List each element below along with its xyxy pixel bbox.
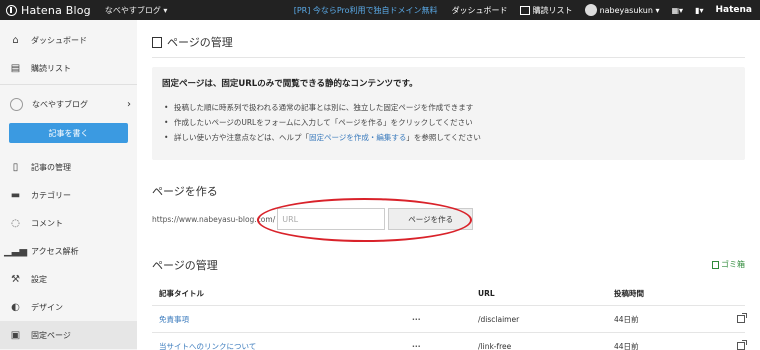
sidebar-item-label: 固定ページ	[31, 330, 71, 340]
brand-name: Hatena Blog	[21, 3, 91, 17]
info-bullet: 作成したいページのURLをフォームに入力して「ページを作る」をクリックしてくださ…	[164, 115, 481, 130]
sidebar-item-dashboard[interactable]: ⌂ ダッシュボード	[0, 26, 137, 54]
column-header-url: URL	[478, 289, 495, 298]
sidebar-item-label: カテゴリー	[31, 190, 71, 200]
info-list: 投稿した順に時系列で扱われる通常の記事とは別に、独立した固定ページを作成できます…	[164, 100, 481, 145]
blog-name: なべやすブログ	[32, 99, 88, 109]
main-content: ページの管理 固定ページは、固定URLのみで閲覧できる静的なコンテンツです。 投…	[137, 20, 760, 350]
sidebar-item-label: 購読リスト	[31, 63, 71, 73]
create-page-form: https://www.nabeyasu-blog.com/ ページを作る	[152, 208, 474, 230]
info-heading: 固定ページは、固定URLのみで閲覧できる静的なコンテンツです。	[162, 79, 418, 89]
sidebar-item-label: アクセス解析	[31, 246, 79, 256]
external-link-icon	[737, 313, 747, 323]
table-row: 免責事項 ··· /disclaimer 44日前	[152, 306, 747, 333]
table-row: 当サイトへのリンクについて ··· /link-free 44日前	[152, 333, 747, 350]
page-url: /link-free	[478, 341, 512, 350]
manage-pages-heading: ページの管理	[152, 259, 218, 272]
external-link-icon	[737, 340, 747, 350]
sidebar-item-settings[interactable]: ⚒ 設定	[0, 265, 137, 293]
blog-avatar	[10, 97, 23, 111]
sidebar-item-articles[interactable]: ▯ 記事の管理	[0, 153, 137, 181]
user-avatar	[584, 4, 597, 16]
dashboard-link[interactable]: ダッシュボード	[452, 5, 508, 16]
sidebar-item-label: 設定	[31, 274, 47, 284]
url-input[interactable]	[277, 208, 386, 230]
document-icon: ▯	[12, 161, 19, 173]
trash-link[interactable]: ゴミ箱	[712, 259, 745, 270]
sidebar-item-label: コメント	[31, 218, 63, 228]
hatena-logo-icon	[6, 4, 17, 16]
url-prefix: https://www.nabeyasu-blog.com/	[152, 214, 276, 224]
chevron-right-icon: ›	[127, 98, 131, 110]
page-time: 44日前	[614, 341, 639, 350]
help-text-pre: 詳しい使い方や注意点などは、ヘルプ「	[174, 133, 309, 142]
reading-list-link[interactable]: 購読リスト	[519, 5, 573, 16]
home-icon: ⌂	[12, 34, 19, 46]
create-page-heading: ページを作る	[152, 185, 218, 198]
page-icon	[152, 36, 162, 48]
page-title: ページの管理	[152, 34, 233, 50]
reading-list-icon	[519, 5, 530, 15]
notification-icon[interactable]: ▮▾	[695, 6, 703, 15]
page-icon: ▣	[10, 329, 21, 341]
reading-list-icon: ▤	[10, 62, 21, 74]
folder-icon: ▬	[10, 189, 21, 201]
sidebar-item-categories[interactable]: ▬ カテゴリー	[0, 181, 137, 209]
page-title-text: ページの管理	[167, 36, 233, 49]
sidebar-item-label: 記事の管理	[31, 162, 71, 172]
sidebar-item-label: デザイン	[31, 302, 63, 312]
hatena-menu[interactable]: Hatena	[716, 5, 753, 15]
blog-switcher[interactable]: なべやすブログ ▾	[105, 5, 168, 16]
create-page-button[interactable]: ページを作る	[388, 208, 474, 230]
bar-chart-icon: ▁▃▅	[3, 245, 28, 257]
blog-selector[interactable]: なべやすブログ ›	[0, 87, 137, 121]
page-title-link[interactable]: 免責事項	[152, 314, 412, 325]
divider	[152, 57, 745, 58]
palette-icon: ◐	[11, 301, 20, 313]
external-link-button[interactable]	[709, 340, 747, 350]
reading-list-label: 購読リスト	[532, 5, 573, 15]
help-link[interactable]: 固定ページを作成・編集する	[309, 133, 406, 142]
sidebar-item-analytics[interactable]: ▁▃▅ アクセス解析	[0, 237, 137, 265]
help-text-post: 」を参照してください	[406, 133, 481, 142]
pages-table: 記事タイトル URL 投稿時間 免責事項 ··· /disclaimer 44日…	[152, 282, 747, 350]
page-title-link[interactable]: 当サイトへのリンクについて	[152, 341, 412, 350]
wrench-icon: ⚒	[11, 273, 20, 285]
write-article-button[interactable]: 記事を書く	[9, 123, 128, 143]
trash-icon	[712, 260, 719, 269]
sidebar: ⌂ ダッシュボード ▤ 購読リスト なべやすブログ › 記事を書く ▯ 記事の管…	[0, 20, 137, 350]
divider	[0, 84, 137, 85]
table-header: 記事タイトル URL 投稿時間	[152, 282, 745, 306]
sidebar-item-comments[interactable]: ◌ コメント	[0, 209, 137, 237]
row-menu-button[interactable]: ···	[412, 315, 478, 324]
sidebar-item-fixed-pages[interactable]: ▣ 固定ページ	[0, 321, 137, 349]
grid-menu-icon[interactable]: ▦▾	[672, 6, 684, 15]
sidebar-item-label: ダッシュボード	[31, 35, 87, 45]
sidebar-item-design[interactable]: ◐ デザイン	[0, 293, 137, 321]
info-bullet-help: 詳しい使い方や注意点などは、ヘルプ「固定ページを作成・編集する」を参照してくださ…	[164, 130, 481, 145]
comment-icon: ◌	[11, 217, 20, 229]
info-box: 固定ページは、固定URLのみで閲覧できる静的なコンテンツです。 投稿した順に時系…	[152, 67, 745, 160]
pr-link[interactable]: [PR] 今ならPro利用で独自ドメイン無料	[294, 5, 438, 16]
page-time: 44日前	[614, 314, 639, 324]
page-url: /disclaimer	[478, 314, 520, 324]
external-link-button[interactable]	[709, 313, 747, 323]
user-name: nabeyasukun ▾	[599, 5, 660, 15]
row-menu-button[interactable]: ···	[412, 342, 478, 350]
hatena-blog-logo[interactable]: Hatena Blog	[0, 0, 91, 20]
user-menu[interactable]: nabeyasukun ▾	[584, 4, 660, 16]
column-header-time: 投稿時間	[614, 289, 644, 298]
trash-label: ゴミ箱	[721, 260, 745, 269]
sidebar-item-reading-list[interactable]: ▤ 購読リスト	[0, 54, 137, 82]
info-bullet: 投稿した順に時系列で扱われる通常の記事とは別に、独立した固定ページを作成できます	[164, 100, 481, 115]
column-header-title: 記事タイトル	[159, 289, 204, 298]
top-bar: Hatena Blog なべやすブログ ▾ [PR] 今ならPro利用で独自ドメ…	[0, 0, 760, 20]
